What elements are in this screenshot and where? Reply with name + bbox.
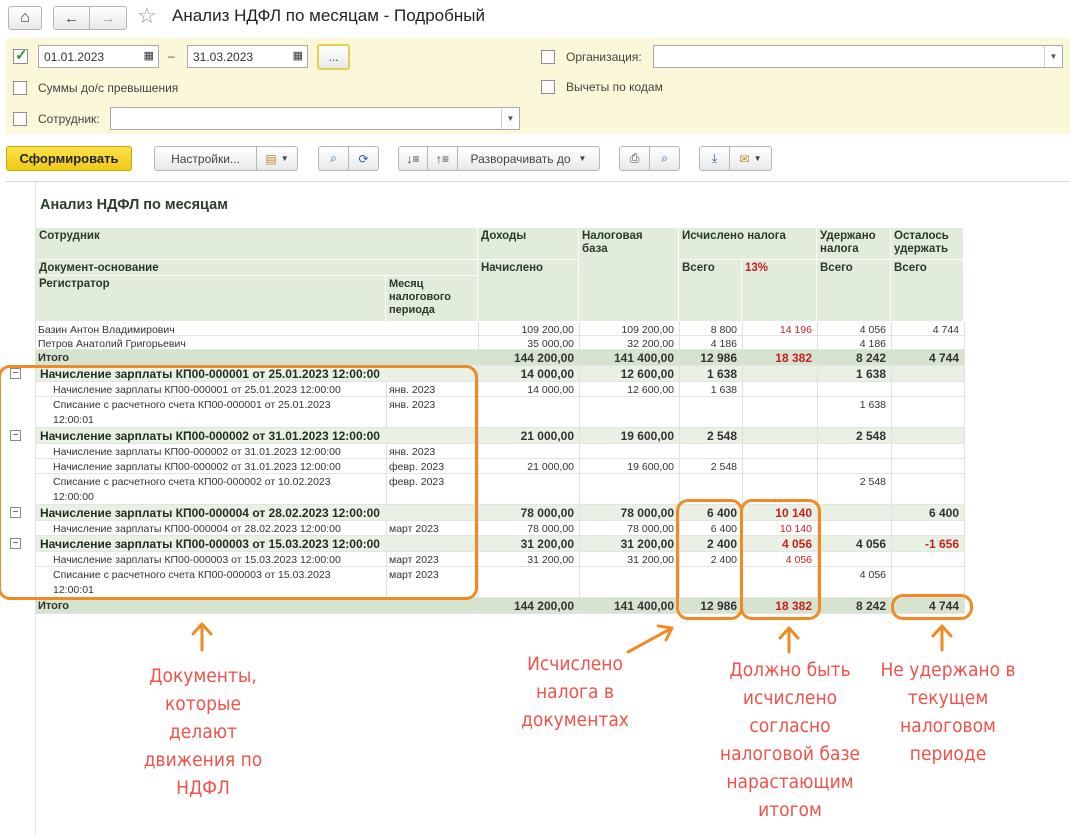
annotation-not-withheld: Не удержано в текущем налоговом периоде bbox=[880, 659, 1016, 765]
arrow-notwithheld bbox=[931, 624, 953, 652]
arrow-calc bbox=[626, 624, 674, 654]
annotation-documents: Документы, которые делают движения по НД… bbox=[143, 665, 263, 799]
arrow-documents bbox=[191, 622, 213, 652]
annotation-calc: Исчислено налога в документах bbox=[521, 653, 629, 731]
annotation-should: Должно быть исчислено согласно налоговой… bbox=[719, 659, 861, 821]
arrow-should bbox=[778, 626, 800, 654]
